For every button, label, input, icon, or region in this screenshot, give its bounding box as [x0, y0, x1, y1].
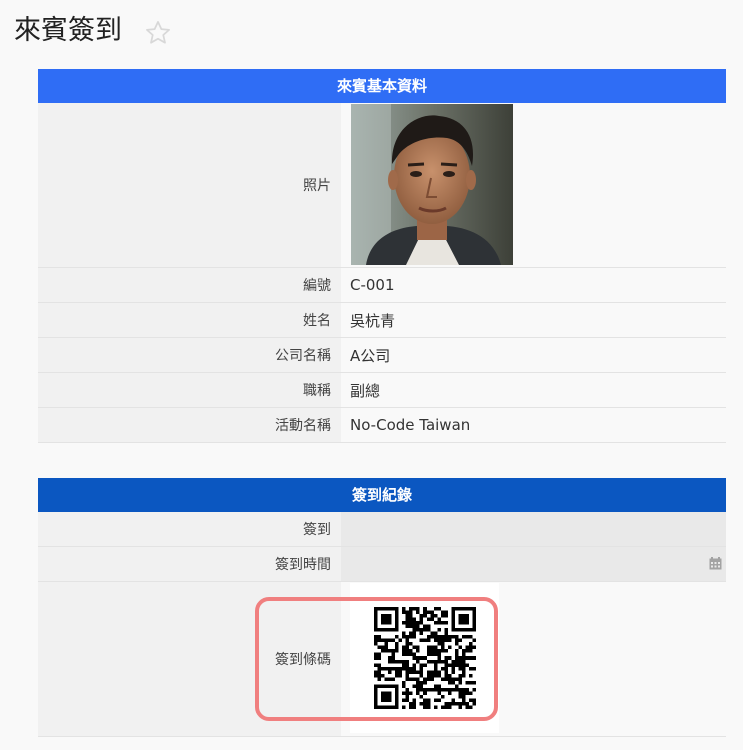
calendar-icon[interactable]: [709, 557, 722, 570]
photo-cell: [341, 103, 726, 267]
guest-photo: [351, 104, 513, 265]
barcode-label: 簽到條碼: [38, 582, 341, 736]
checkin-header: 簽到紀錄: [38, 478, 726, 512]
guest-info-header: 來賓基本資料: [38, 69, 726, 103]
field-row: 編號 C-001: [38, 268, 726, 303]
field-label: 公司名稱: [38, 338, 341, 372]
field-value: 副總: [350, 381, 381, 400]
field-value: No-Code Taiwan: [350, 416, 471, 434]
field-row: 活動名稱 No-Code Taiwan: [38, 408, 726, 443]
checkin-label: 簽到: [38, 512, 341, 546]
photo-label: 照片: [38, 103, 341, 267]
field-value: C-001: [350, 276, 395, 294]
barcode-cell: [341, 582, 726, 736]
field-label: 姓名: [38, 303, 341, 337]
barcode-row: 簽到條碼: [38, 582, 726, 737]
field-value: A公司: [350, 346, 391, 365]
checkin-time-row: 簽到時間: [38, 547, 726, 582]
checkin-time-field[interactable]: [341, 547, 726, 581]
checkin-panel: 簽到紀錄 簽到 簽到時間 簽到條碼: [38, 478, 726, 737]
field-row: 公司名稱 A公司: [38, 338, 726, 373]
qr-code-wrapper: [350, 583, 499, 733]
field-label: 活動名稱: [38, 408, 341, 442]
field-row: 職稱 副總: [38, 373, 726, 408]
qr-code: [373, 607, 476, 709]
page-title: 來賓簽到: [14, 15, 122, 46]
checkin-field[interactable]: [341, 512, 726, 546]
field-value: 吳杭青: [350, 311, 396, 330]
star-icon[interactable]: [144, 19, 172, 47]
photo-row: 照片: [38, 103, 726, 268]
field-label: 職稱: [38, 373, 341, 407]
guest-info-panel: 來賓基本資料 照片 編號 C-001 姓名 吳杭青 公司名稱 A公司 職稱 副總…: [38, 69, 726, 443]
checkin-time-label: 簽到時間: [38, 547, 341, 581]
checkin-row: 簽到: [38, 512, 726, 547]
field-label: 編號: [38, 268, 341, 302]
field-row: 姓名 吳杭青: [38, 303, 726, 338]
